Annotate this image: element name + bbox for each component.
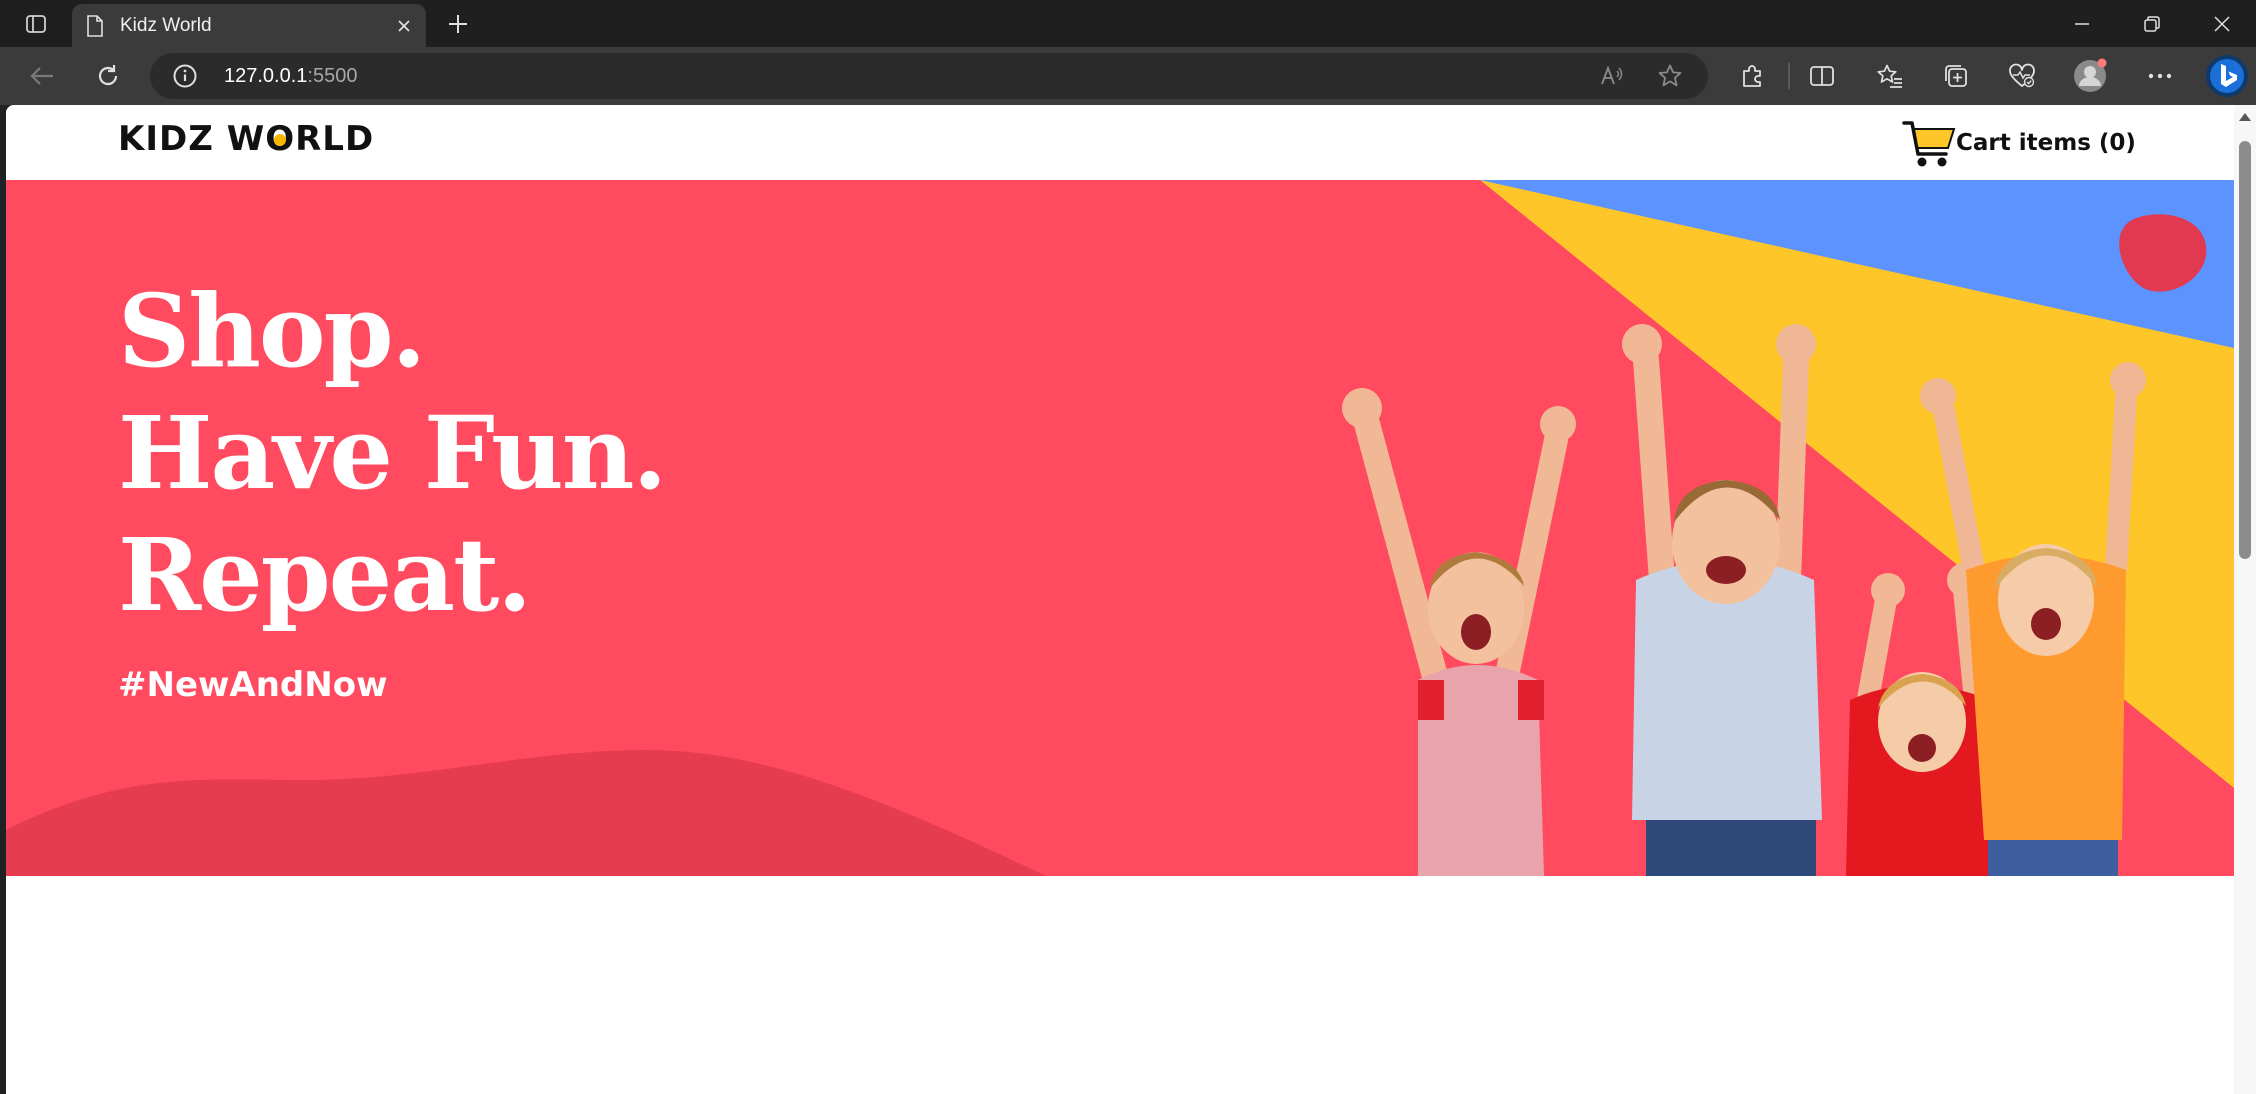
favorites-button[interactable] (1870, 58, 1910, 94)
hero-hashtag: #NewAndNow (118, 665, 388, 705)
tab-title: Kidz World (120, 14, 212, 36)
minimize-button[interactable] (2048, 0, 2116, 47)
url-port: :5500 (307, 65, 358, 87)
url-host: 127.0.0.1 (224, 65, 308, 87)
restore-button[interactable] (2118, 0, 2186, 47)
toolbar-separator (1788, 63, 1790, 89)
favorite-button[interactable] (1654, 62, 1686, 90)
new-tab-button[interactable] (440, 8, 476, 40)
extensions-button[interactable] (1732, 58, 1772, 94)
address-bar[interactable]: 127.0.0.1:5500 (150, 53, 1708, 99)
cart-button[interactable]: Cart items (0) (1902, 119, 2136, 167)
puzzle-icon (1743, 65, 1761, 87)
hero-line-2: Have Fun. (118, 394, 667, 512)
logo-prefix: KIDZ W (118, 119, 266, 159)
tab-actions-icon (26, 15, 46, 33)
page-viewport: KIDZ WORLD Cart items (0) Shop. Have Fun… (6, 105, 2256, 1094)
scroll-up-arrow-icon[interactable] (2239, 113, 2251, 121)
reload-icon (98, 65, 118, 86)
kids-cheering-image (1342, 324, 2146, 876)
back-arrow-icon (30, 67, 53, 85)
more-options-icon (2148, 73, 2172, 79)
minimize-icon (2075, 22, 2089, 25)
tab-actions-button[interactable] (18, 10, 54, 38)
browser-toolbar: 127.0.0.1:5500 (0, 47, 2256, 105)
notification-dot (2097, 58, 2107, 68)
cart-label: Cart items (0) (1956, 130, 2136, 156)
collections-button[interactable] (1936, 58, 1976, 94)
read-aloud-icon (1601, 65, 1623, 85)
favorites-list-icon (1877, 64, 1902, 88)
close-tab-icon[interactable] (396, 18, 412, 34)
site-header: KIDZ WORLD Cart items (0) (6, 105, 2234, 180)
logo-o: O (265, 119, 296, 159)
site-info-icon[interactable] (172, 63, 198, 89)
close-icon (2214, 15, 2230, 32)
back-button[interactable] (22, 58, 62, 94)
logo-suffix: RLD (295, 119, 375, 159)
hero-line-1: Shop. (118, 272, 426, 390)
profile-button[interactable] (2070, 58, 2110, 94)
browser-essentials-button[interactable] (2002, 58, 2042, 94)
read-aloud-button[interactable] (1596, 62, 1628, 90)
shopping-cart-icon (1902, 121, 1956, 167)
star-icon (1658, 64, 1682, 87)
hero-line-3: Repeat. (118, 516, 532, 634)
hero-banner: Shop. Have Fun. Repeat. #NewAndNow (6, 180, 2234, 876)
restore-icon (2144, 15, 2160, 32)
kid-blue-shirt (1622, 324, 1822, 876)
reload-button[interactable] (88, 58, 128, 94)
page-icon (87, 14, 103, 37)
close-window-button[interactable] (2188, 0, 2256, 47)
site-logo[interactable]: KIDZ WORLD (118, 119, 374, 159)
bing-icon (2206, 55, 2248, 97)
split-screen-button[interactable] (1802, 58, 1842, 94)
collections-icon (1945, 65, 1967, 87)
scrollbar-thumb[interactable] (2239, 141, 2251, 559)
settings-menu-button[interactable] (2140, 58, 2180, 94)
page-scrollbar[interactable] (2234, 105, 2256, 1094)
url-text: 127.0.0.1:5500 (224, 65, 357, 88)
copilot-button[interactable] (2204, 53, 2250, 99)
split-screen-icon (1810, 66, 1834, 86)
plus-icon (449, 15, 467, 33)
avatar (2074, 58, 2107, 92)
kid-pink-shirt (1342, 388, 1576, 876)
browser-titlebar: Kidz World (0, 0, 2256, 47)
heart-pulse-icon (2009, 63, 2035, 88)
browser-tab-active[interactable]: Kidz World (72, 4, 426, 47)
